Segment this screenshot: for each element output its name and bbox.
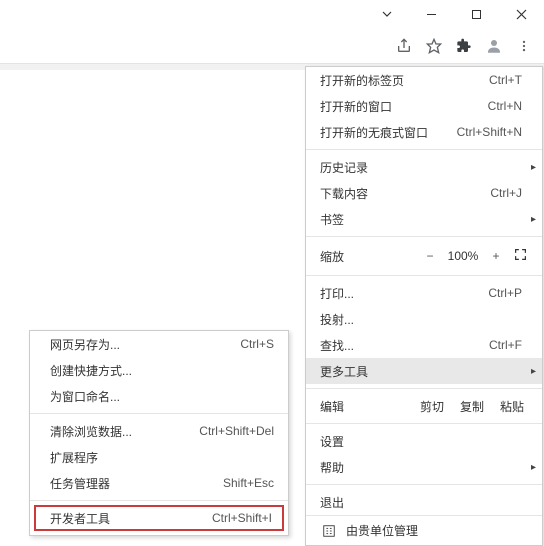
- zoom-out-button[interactable]: −: [418, 249, 442, 263]
- building-icon: [320, 524, 338, 538]
- minimize-button[interactable]: [409, 0, 454, 28]
- submenu-clear-data[interactable]: 清除浏览数据...Ctrl+Shift+Del: [30, 418, 288, 444]
- submenu-extensions[interactable]: 扩展程序: [30, 444, 288, 470]
- cut-button[interactable]: 剪切: [412, 398, 452, 415]
- menu-history[interactable]: 历史记录: [306, 154, 542, 180]
- submenu-task-manager[interactable]: 任务管理器Shift+Esc: [30, 470, 288, 496]
- submenu-create-shortcut[interactable]: 创建快捷方式...: [30, 357, 288, 383]
- share-icon[interactable]: [390, 32, 418, 60]
- toolbar: [0, 28, 544, 64]
- maximize-button[interactable]: [454, 0, 499, 28]
- menu-new-tab[interactable]: 打开新的标签页Ctrl+T: [306, 67, 542, 93]
- menu-exit[interactable]: 退出: [306, 489, 542, 515]
- menu-zoom: 缩放 − 100% +: [306, 241, 542, 271]
- paste-button[interactable]: 粘贴: [492, 398, 532, 415]
- profile-icon[interactable]: [480, 32, 508, 60]
- menu-more-tools[interactable]: 更多工具: [306, 358, 542, 384]
- dropdown-icon[interactable]: [364, 0, 409, 28]
- menu-settings[interactable]: 设置: [306, 428, 542, 454]
- main-menu: 打开新的标签页Ctrl+T 打开新的窗口Ctrl+N 打开新的无痕式窗口Ctrl…: [305, 66, 543, 546]
- zoom-value: 100%: [442, 249, 484, 263]
- menu-help[interactable]: 帮助: [306, 454, 542, 480]
- copy-button[interactable]: 复制: [452, 398, 492, 415]
- menu-print[interactable]: 打印...Ctrl+P: [306, 280, 542, 306]
- close-button[interactable]: [499, 0, 544, 28]
- more-tools-submenu: 网页另存为...Ctrl+S 创建快捷方式... 为窗口命名... 清除浏览数据…: [29, 330, 289, 536]
- menu-cast[interactable]: 投射...: [306, 306, 542, 332]
- star-icon[interactable]: [420, 32, 448, 60]
- submenu-save-as[interactable]: 网页另存为...Ctrl+S: [30, 331, 288, 357]
- menu-find[interactable]: 查找...Ctrl+F: [306, 332, 542, 358]
- menu-downloads[interactable]: 下载内容Ctrl+J: [306, 180, 542, 206]
- menu-managed[interactable]: 由贵单位管理: [306, 515, 542, 545]
- menu-icon[interactable]: [510, 32, 538, 60]
- menu-incognito[interactable]: 打开新的无痕式窗口Ctrl+Shift+N: [306, 119, 542, 145]
- extensions-icon[interactable]: [450, 32, 478, 60]
- submenu-developer-tools[interactable]: 开发者工具Ctrl+Shift+I: [34, 505, 284, 531]
- zoom-in-button[interactable]: +: [484, 249, 508, 263]
- menu-bookmarks[interactable]: 书签: [306, 206, 542, 232]
- fullscreen-button[interactable]: [508, 248, 532, 264]
- menu-edit: 编辑 剪切 复制 粘贴: [306, 393, 542, 419]
- submenu-name-window[interactable]: 为窗口命名...: [30, 383, 288, 409]
- menu-new-window[interactable]: 打开新的窗口Ctrl+N: [306, 93, 542, 119]
